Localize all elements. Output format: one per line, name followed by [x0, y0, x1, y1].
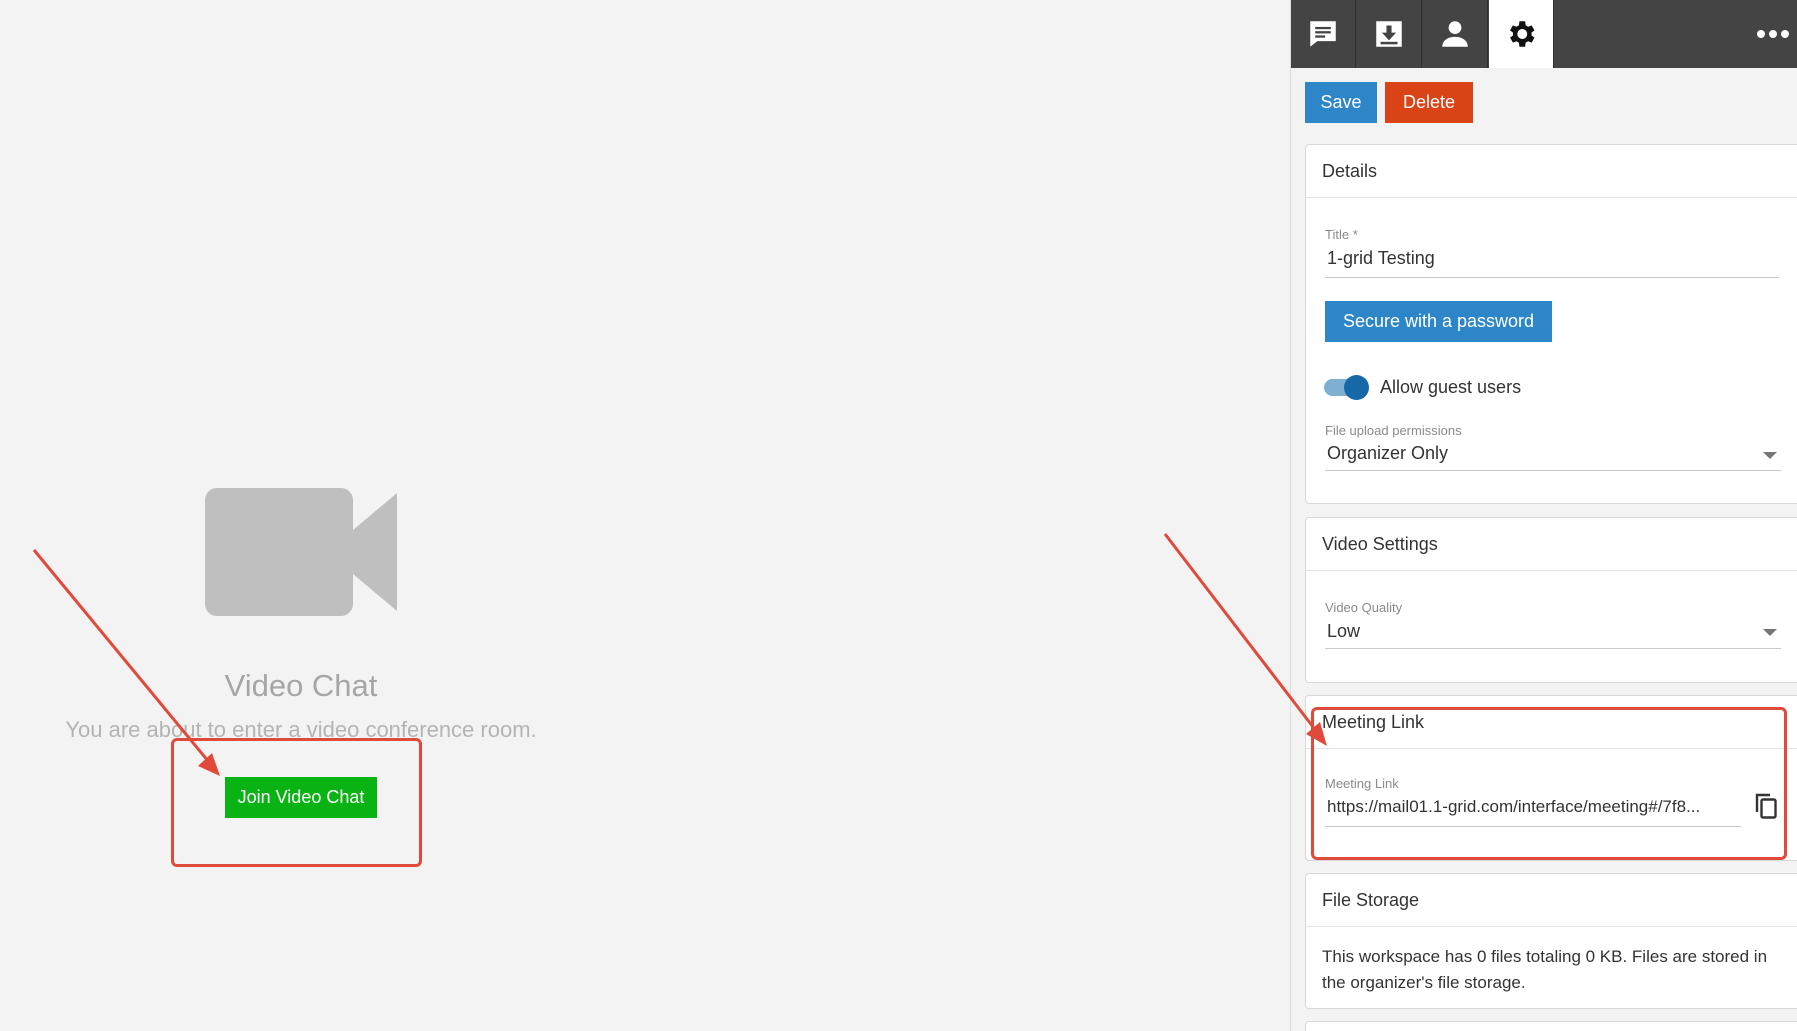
video-settings-card: Video Settings Video Quality Low: [1305, 517, 1797, 683]
tab-download[interactable]: [1357, 0, 1422, 68]
video-camera-icon: [205, 488, 397, 616]
allow-guest-users-toggle[interactable]: [1324, 375, 1369, 400]
person-icon: [1442, 21, 1468, 47]
annotation-highlight-join: [171, 738, 422, 867]
video-settings-header: Video Settings: [1306, 518, 1797, 571]
save-button[interactable]: Save: [1305, 82, 1377, 123]
upload-select-underline: [1325, 470, 1781, 471]
secure-with-password-button[interactable]: Secure with a password: [1325, 301, 1552, 342]
settings-panel: Save Delete Details Title * 1-grid Testi…: [1290, 0, 1797, 1031]
file-storage-card: File Storage This workspace has 0 files …: [1305, 873, 1797, 1009]
annotation-highlight-meeting-link: [1311, 707, 1787, 860]
gear-icon: [1510, 21, 1535, 47]
tab-settings[interactable]: [1489, 0, 1554, 68]
next-card: [1305, 1021, 1797, 1031]
details-header: Details: [1306, 145, 1797, 198]
title-input-underline: [1325, 277, 1779, 278]
chevron-down-icon[interactable]: [1763, 629, 1777, 636]
download-icon: [1376, 21, 1402, 47]
panel-tab-bar: [1291, 0, 1797, 68]
allow-guest-users-label: Allow guest users: [1380, 377, 1522, 397]
delete-button[interactable]: Delete: [1385, 82, 1473, 123]
file-storage-description: This workspace has 0 files totaling 0 KB…: [1322, 947, 1768, 992]
tab-person[interactable]: [1423, 0, 1488, 68]
video-quality-label: Video Quality: [1325, 600, 1403, 615]
chevron-down-icon[interactable]: [1763, 452, 1777, 459]
title-input[interactable]: 1-grid Testing: [1327, 248, 1435, 269]
video-chat-pane: Video Chat You are about to enter a vide…: [0, 0, 1290, 1031]
more-options-button[interactable]: [1748, 0, 1797, 68]
tab-chat[interactable]: [1291, 0, 1356, 68]
chat-icon: [1310, 21, 1336, 47]
title-field-label: Title *: [1325, 227, 1358, 242]
details-card: Details Title * 1-grid Testing Secure wi…: [1305, 144, 1797, 504]
toggle-thumb: [1344, 375, 1369, 400]
file-upload-permissions-select[interactable]: Organizer Only: [1327, 443, 1448, 464]
more-horizontal-icon: [1757, 30, 1789, 38]
video-chat-title: Video Chat: [224, 668, 378, 703]
file-storage-header: File Storage: [1306, 874, 1797, 927]
video-quality-underline: [1325, 648, 1781, 649]
file-upload-permissions-label: File upload permissions: [1325, 423, 1462, 438]
video-quality-select[interactable]: Low: [1327, 621, 1360, 642]
